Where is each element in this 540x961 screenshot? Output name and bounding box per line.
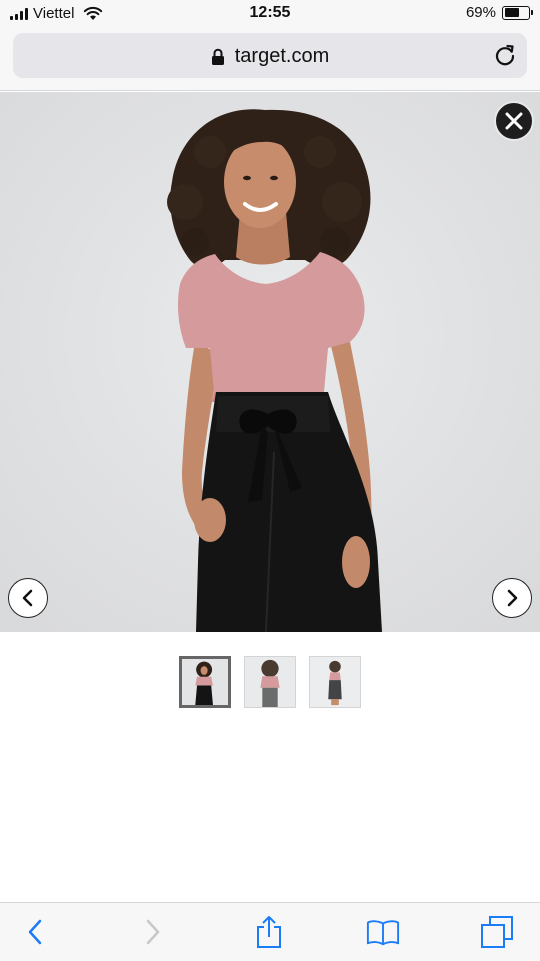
- thumbnail-image-front: [182, 659, 228, 705]
- thumbnail-1[interactable]: [179, 656, 231, 708]
- battery-cap: [531, 10, 533, 15]
- chevron-left-icon: [22, 589, 33, 607]
- status-right: 69%: [465, 4, 533, 21]
- battery-level: [504, 8, 519, 17]
- url-display[interactable]: target.com: [13, 45, 527, 68]
- close-icon: [505, 112, 523, 130]
- battery-icon: [502, 5, 533, 20]
- lock-icon: [211, 48, 224, 65]
- back-icon: [28, 919, 42, 945]
- close-button[interactable]: [494, 101, 534, 141]
- browser-header: target.com: [0, 28, 540, 91]
- status-time: 12:55: [249, 4, 291, 21]
- share-button[interactable]: [252, 915, 286, 949]
- forward-button[interactable]: [136, 915, 170, 949]
- tabs-button[interactable]: [480, 915, 514, 949]
- browser-toolbar: [0, 902, 540, 961]
- bookmarks-button[interactable]: [366, 915, 400, 949]
- battery-percent: 69%: [465, 4, 496, 21]
- thumbnail-2[interactable]: [244, 656, 296, 708]
- status-bar: Viettel 12:55 69%: [0, 0, 540, 28]
- chevron-right-icon: [507, 589, 518, 607]
- url-text: target.com: [234, 45, 330, 67]
- product-image: [0, 92, 540, 632]
- forward-icon: [146, 919, 160, 945]
- product-image-viewer[interactable]: [0, 92, 540, 632]
- thumbnail-strip: [0, 656, 540, 708]
- previous-image-button[interactable]: [8, 578, 48, 618]
- next-image-button[interactable]: [492, 578, 532, 618]
- thumbnail-3[interactable]: [309, 656, 361, 708]
- bookmarks-icon: [366, 920, 400, 946]
- tabs-icon: [481, 916, 513, 948]
- back-button[interactable]: [18, 915, 52, 949]
- share-icon: [257, 916, 281, 948]
- reload-icon[interactable]: [493, 43, 517, 67]
- address-bar[interactable]: target.com: [13, 33, 527, 78]
- thumbnail-image-back: [245, 657, 295, 707]
- thumbnail-image-side: [310, 657, 360, 707]
